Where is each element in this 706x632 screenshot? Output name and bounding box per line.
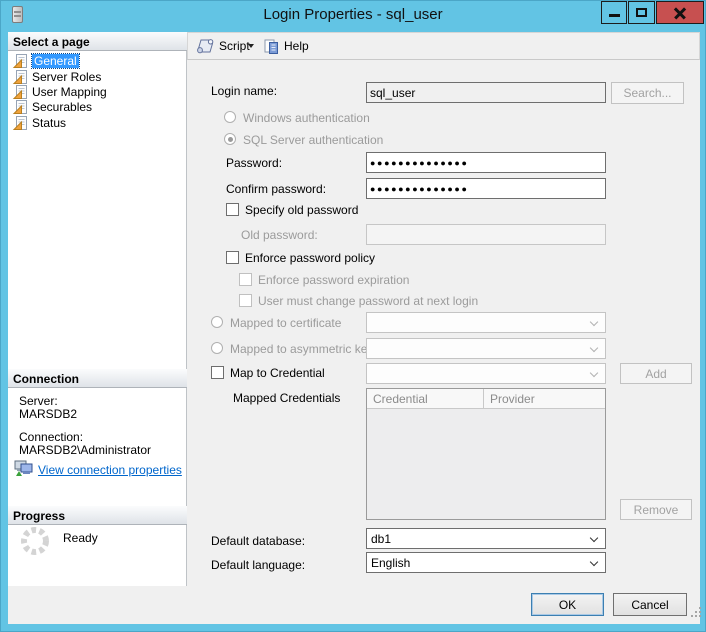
select-a-page-header: Select a page bbox=[8, 32, 187, 51]
credential-select[interactable] bbox=[366, 363, 606, 384]
map-to-credential-label: Map to Credential bbox=[230, 367, 325, 380]
default-database-label: Default database: bbox=[211, 535, 305, 548]
specify-old-password-label: Specify old password bbox=[245, 204, 358, 217]
sidebar-item-label: Server Roles bbox=[32, 70, 101, 84]
mapped-to-asym-key-radio[interactable] bbox=[211, 342, 223, 354]
help-icon bbox=[263, 38, 280, 55]
default-language-label: Default language: bbox=[211, 559, 305, 572]
chevron-down-icon bbox=[590, 318, 598, 326]
confirm-password-label: Confirm password: bbox=[226, 183, 326, 196]
sidebar-item-status[interactable]: Status bbox=[12, 115, 66, 131]
enforce-password-expiration-label: Enforce password expiration bbox=[258, 274, 409, 287]
sidebar-item-label: General bbox=[32, 54, 79, 68]
page-icon bbox=[12, 69, 28, 85]
login-properties-dialog: Login Properties - sql_user Select a pag… bbox=[0, 0, 706, 632]
sql-auth-label: SQL Server authentication bbox=[243, 134, 383, 147]
progress-status: Ready bbox=[63, 531, 98, 545]
minimize-icon bbox=[609, 14, 620, 17]
confirm-password-input[interactable] bbox=[366, 178, 606, 199]
column-header-credential: Credential bbox=[367, 389, 484, 408]
windows-auth-label: Windows authentication bbox=[243, 112, 370, 125]
remove-button[interactable]: Remove bbox=[620, 499, 692, 520]
windows-auth-radio[interactable] bbox=[224, 111, 236, 123]
chevron-down-icon bbox=[590, 558, 598, 566]
default-database-select[interactable]: db1 bbox=[366, 528, 606, 549]
search-button[interactable]: Search... bbox=[611, 82, 684, 104]
enforce-password-policy-label: Enforce password policy bbox=[245, 252, 375, 265]
sidebar-item-securables[interactable]: Securables bbox=[12, 99, 92, 115]
mapped-credentials-label: Mapped Credentials bbox=[233, 392, 340, 405]
connection-value: MARSDB2\Administrator bbox=[19, 443, 151, 457]
close-button[interactable] bbox=[656, 1, 704, 24]
page-icon bbox=[12, 53, 28, 69]
server-value: MARSDB2 bbox=[19, 407, 77, 421]
progress-header: Progress bbox=[8, 506, 187, 525]
page-icon bbox=[12, 115, 28, 131]
login-name-label: Login name: bbox=[211, 85, 277, 98]
chevron-down-icon bbox=[590, 344, 598, 352]
connection-header: Connection bbox=[8, 369, 187, 388]
chevron-down-icon bbox=[248, 44, 254, 48]
password-input[interactable] bbox=[366, 152, 606, 173]
cancel-button[interactable]: Cancel bbox=[613, 593, 687, 616]
old-password-label: Old password: bbox=[241, 229, 318, 242]
page-icon bbox=[12, 99, 28, 115]
resize-grip[interactable] bbox=[691, 607, 701, 617]
script-dropdown[interactable] bbox=[248, 35, 254, 57]
close-icon bbox=[673, 6, 687, 20]
script-label: Script bbox=[219, 39, 250, 53]
map-to-credential-checkbox[interactable] bbox=[211, 366, 224, 379]
must-change-password-label: User must change password at next login bbox=[258, 295, 478, 308]
sidebar-item-user-mapping[interactable]: User Mapping bbox=[12, 84, 107, 100]
connection-label: Connection: bbox=[19, 430, 83, 444]
mapped-credentials-table[interactable]: Credential Provider bbox=[366, 388, 606, 520]
mapped-to-certificate-radio[interactable] bbox=[211, 316, 223, 328]
must-change-password-checkbox[interactable] bbox=[239, 294, 252, 307]
certificate-select[interactable] bbox=[366, 312, 606, 333]
chevron-down-icon bbox=[590, 534, 598, 542]
table-header: Credential Provider bbox=[367, 389, 605, 409]
progress-spinner-icon bbox=[19, 525, 51, 557]
server-label: Server: bbox=[19, 394, 58, 408]
enforce-password-expiration-checkbox[interactable] bbox=[239, 273, 252, 286]
add-button[interactable]: Add bbox=[620, 363, 692, 384]
default-language-select[interactable]: English bbox=[366, 552, 606, 573]
asym-key-select[interactable] bbox=[366, 338, 606, 359]
view-connection-properties-link[interactable]: View connection properties bbox=[38, 463, 182, 477]
mapped-to-asym-key-label: Mapped to asymmetric key bbox=[230, 343, 373, 356]
ok-button[interactable]: OK bbox=[531, 593, 604, 616]
sidebar-item-label: Status bbox=[32, 116, 66, 130]
password-label: Password: bbox=[226, 157, 282, 170]
mapped-to-certificate-label: Mapped to certificate bbox=[230, 317, 341, 330]
old-password-input[interactable] bbox=[366, 224, 606, 245]
minimize-button[interactable] bbox=[601, 1, 627, 24]
script-icon bbox=[195, 37, 215, 55]
specify-old-password-checkbox[interactable] bbox=[226, 203, 239, 216]
help-button[interactable]: Help bbox=[263, 35, 309, 57]
connection-properties-icon bbox=[14, 460, 34, 477]
window-title: Login Properties - sql_user bbox=[1, 6, 705, 23]
sql-auth-radio[interactable] bbox=[224, 133, 236, 145]
maximize-button[interactable] bbox=[628, 1, 655, 24]
column-header-provider: Provider bbox=[484, 389, 535, 408]
sidebar-item-server-roles[interactable]: Server Roles bbox=[12, 69, 101, 85]
maximize-icon bbox=[636, 8, 647, 17]
login-name-input[interactable] bbox=[366, 82, 606, 103]
enforce-password-policy-checkbox[interactable] bbox=[226, 251, 239, 264]
sidebar-item-label: User Mapping bbox=[32, 85, 107, 99]
chevron-down-icon bbox=[590, 369, 598, 377]
sidebar-item-label: Securables bbox=[32, 100, 92, 114]
sidebar-item-general[interactable]: General bbox=[12, 53, 79, 69]
script-button[interactable]: Script bbox=[195, 35, 250, 57]
help-label: Help bbox=[284, 39, 309, 53]
page-icon bbox=[12, 84, 28, 100]
